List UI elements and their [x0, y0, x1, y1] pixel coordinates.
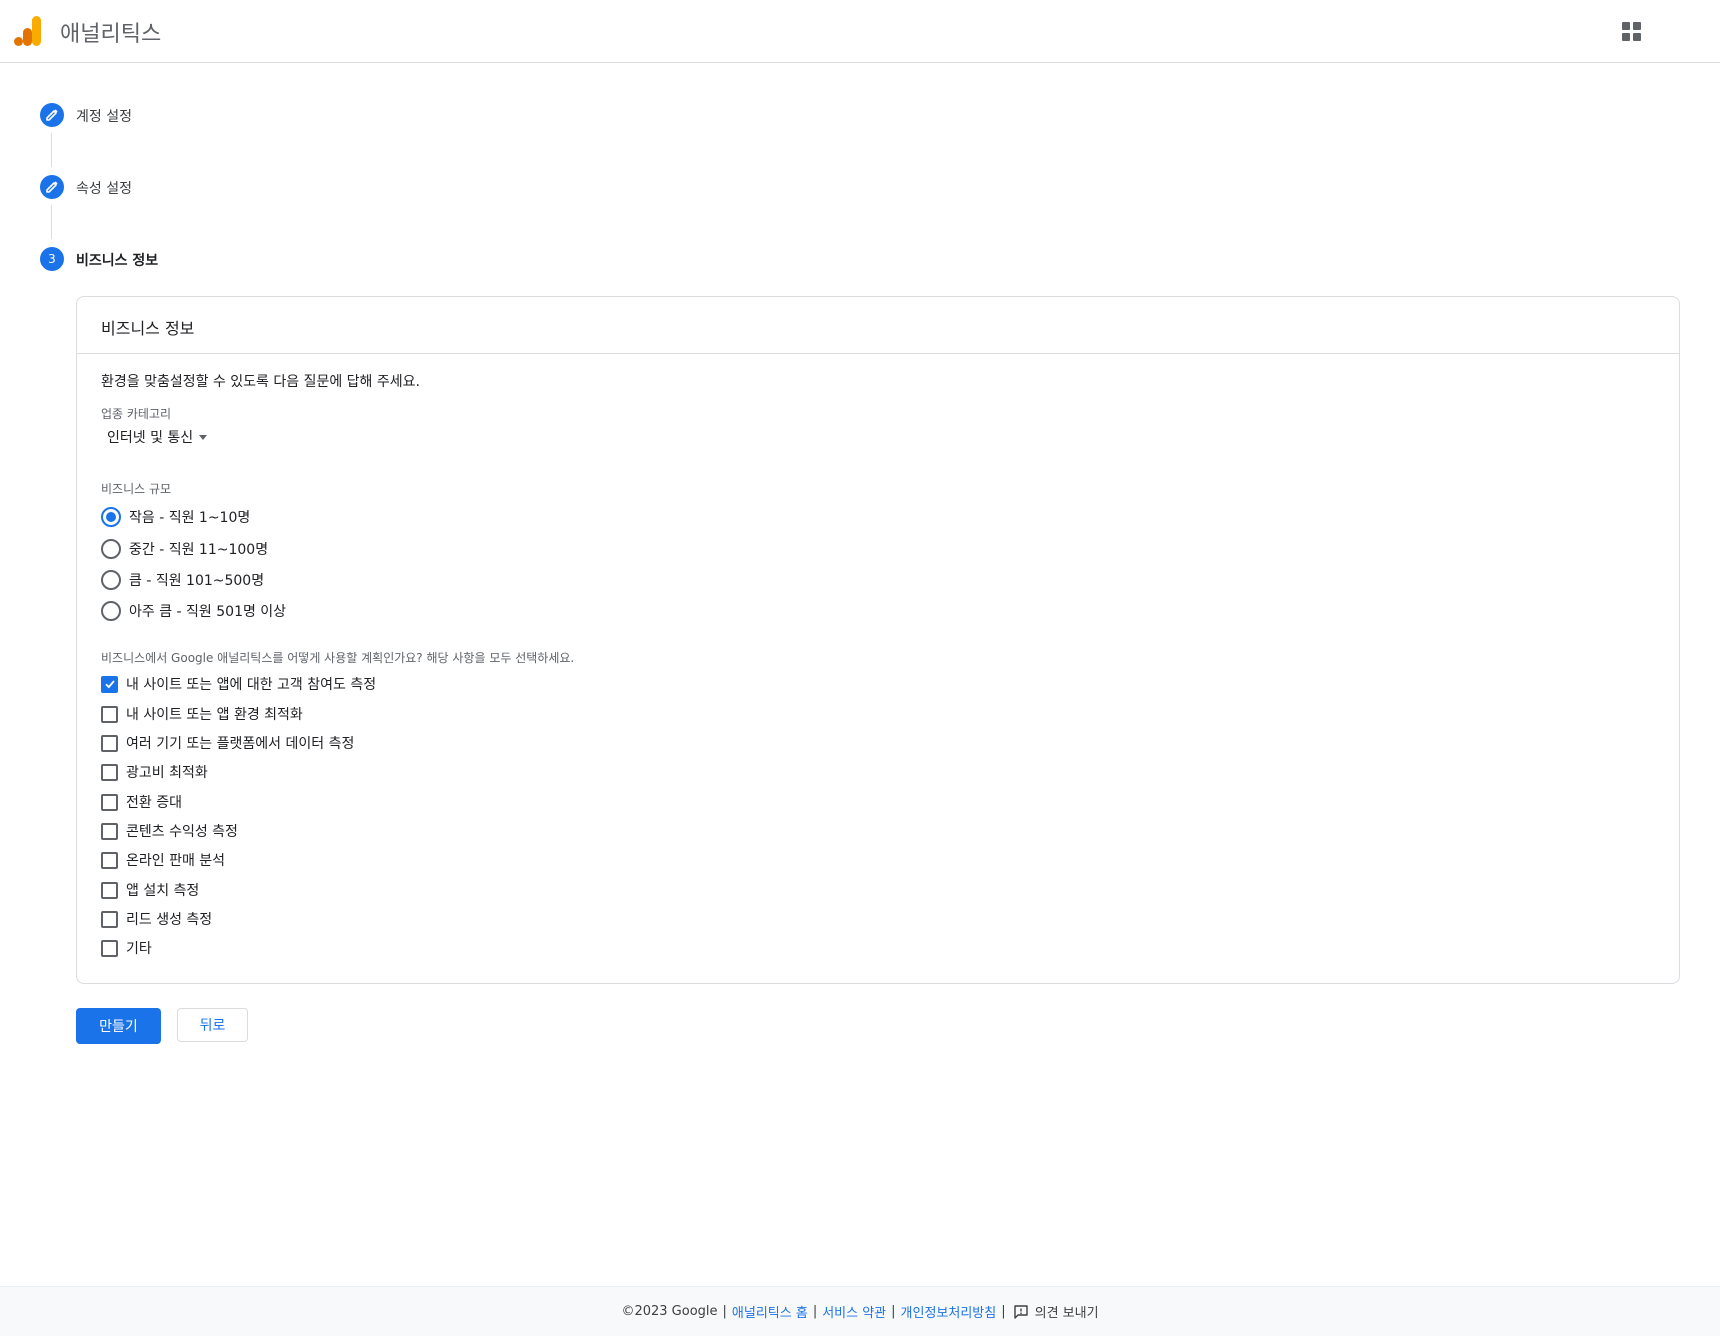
checkbox[interactable] — [101, 881, 118, 899]
checkbox-label: 앱 설치 측정 — [126, 883, 200, 899]
radio-button[interactable] — [101, 507, 121, 527]
checkbox-usage-other[interactable]: 기타 — [101, 938, 152, 958]
checkbox-usage-conversions[interactable]: 전환 증대 — [101, 792, 182, 812]
pencil-icon — [40, 103, 64, 127]
radio-size-small[interactable]: 작음 - 직원 1~10명 — [101, 506, 250, 528]
checkbox-usage-online-sales[interactable]: 온라인 판매 분석 — [101, 850, 225, 870]
send-feedback-button[interactable]: 의견 보내기 — [1013, 1302, 1099, 1321]
back-button[interactable]: 뒤로 — [177, 1008, 248, 1042]
footer: ©2023 Google | 애널리틱스 홈 | 서비스 약관 | 개인정보처리… — [0, 1286, 1720, 1336]
checkbox-usage-lead-generation[interactable]: 리드 생성 측정 — [101, 909, 212, 929]
copyright: ©2023 Google — [621, 1304, 718, 1319]
checkbox-label: 광고비 최적화 — [126, 765, 208, 781]
checkbox[interactable] — [101, 793, 118, 811]
checkbox[interactable] — [101, 675, 118, 693]
step-connector — [51, 205, 52, 239]
apps-grid-icon[interactable] — [1620, 20, 1644, 44]
checkbox-usage-engagement[interactable]: 내 사이트 또는 앱에 대한 고객 참여도 측정 — [101, 674, 376, 694]
checkbox-usage-cross-device[interactable]: 여러 기기 또는 플랫폼에서 데이터 측정 — [101, 733, 354, 753]
checkbox-label: 전환 증대 — [126, 795, 182, 811]
checkmark-icon — [104, 680, 115, 689]
industry-selected-value: 인터넷 및 통신 — [107, 430, 194, 446]
radio-label: 아주 큼 - 직원 501명 이상 — [129, 604, 287, 620]
app-title: 애널리틱스 — [60, 22, 162, 47]
radio-size-very-large[interactable]: 아주 큼 - 직원 501명 이상 — [101, 600, 286, 622]
card-header: 비즈니스 정보 — [77, 297, 1679, 354]
industry-dropdown[interactable]: 인터넷 및 통신 — [107, 427, 208, 447]
feedback-label: 의견 보내기 — [1034, 1306, 1099, 1321]
radio-button[interactable] — [101, 570, 121, 590]
card-title: 비즈니스 정보 — [101, 319, 195, 338]
checkbox[interactable] — [101, 822, 118, 840]
radio-size-large[interactable]: 큼 - 직원 101~500명 — [101, 569, 264, 591]
radio-label: 중간 - 직원 11~100명 — [129, 542, 269, 558]
step-label: 계정 설정 — [76, 109, 132, 125]
intro-text: 환경을 맞춤설정할 수 있도록 다음 질문에 답해 주세요. — [101, 374, 420, 390]
business-info-card: 비즈니스 정보 환경을 맞춤설정할 수 있도록 다음 질문에 답해 주세요. 업… — [76, 296, 1680, 984]
step-label: 비즈니스 정보 — [76, 253, 159, 269]
checkbox[interactable] — [101, 910, 118, 928]
checkbox-label: 온라인 판매 분석 — [126, 853, 226, 869]
step-connector — [51, 133, 52, 167]
top-app-bar: 애널리틱스 — [0, 0, 1720, 63]
footer-link-terms[interactable]: 서비스 약관 — [822, 1302, 886, 1321]
feedback-icon — [1013, 1304, 1028, 1319]
usage-label: 비즈니스에서 Google 애널리틱스를 어떻게 사용할 계획인가요? 해당 사… — [101, 651, 575, 665]
checkbox-label: 리드 생성 측정 — [126, 912, 213, 928]
footer-link-privacy[interactable]: 개인정보처리방침 — [901, 1302, 997, 1321]
step-number: 3 — [40, 247, 64, 271]
caret-down-icon — [199, 434, 208, 440]
radio-button[interactable] — [101, 539, 121, 559]
radio-label: 큼 - 직원 101~500명 — [129, 573, 265, 589]
checkbox[interactable] — [101, 734, 118, 752]
checkbox-label: 여러 기기 또는 플랫폼에서 데이터 측정 — [126, 736, 355, 752]
step-label: 속성 설정 — [76, 181, 132, 197]
checkbox[interactable] — [101, 763, 118, 781]
business-size-label: 비즈니스 규모 — [101, 482, 172, 496]
checkbox[interactable] — [101, 705, 118, 723]
create-button[interactable]: 만들기 — [76, 1008, 161, 1044]
checkbox-usage-optimize-experience[interactable]: 내 사이트 또는 앱 환경 최적화 — [101, 704, 303, 724]
radio-button[interactable] — [101, 601, 121, 621]
footer-link-analytics-home[interactable]: 애널리틱스 홈 — [732, 1302, 808, 1321]
radio-label: 작음 - 직원 1~10명 — [129, 510, 251, 526]
checkbox[interactable] — [101, 851, 118, 869]
analytics-logo-icon[interactable] — [14, 16, 42, 46]
checkbox-label: 내 사이트 또는 앱에 대한 고객 참여도 측정 — [126, 677, 377, 693]
checkbox-usage-content-monetization[interactable]: 콘텐츠 수익성 측정 — [101, 821, 238, 841]
radio-size-medium[interactable]: 중간 - 직원 11~100명 — [101, 538, 268, 560]
checkbox-usage-app-installs[interactable]: 앱 설치 측정 — [101, 880, 199, 900]
checkbox-label: 내 사이트 또는 앱 환경 최적화 — [126, 707, 303, 723]
checkbox-usage-ad-spend[interactable]: 광고비 최적화 — [101, 762, 208, 782]
industry-label: 업종 카테고리 — [101, 407, 172, 421]
checkbox-label: 기타 — [126, 941, 152, 957]
checkbox-label: 콘텐츠 수익성 측정 — [126, 824, 238, 840]
checkbox[interactable] — [101, 939, 118, 957]
pencil-icon — [40, 175, 64, 199]
